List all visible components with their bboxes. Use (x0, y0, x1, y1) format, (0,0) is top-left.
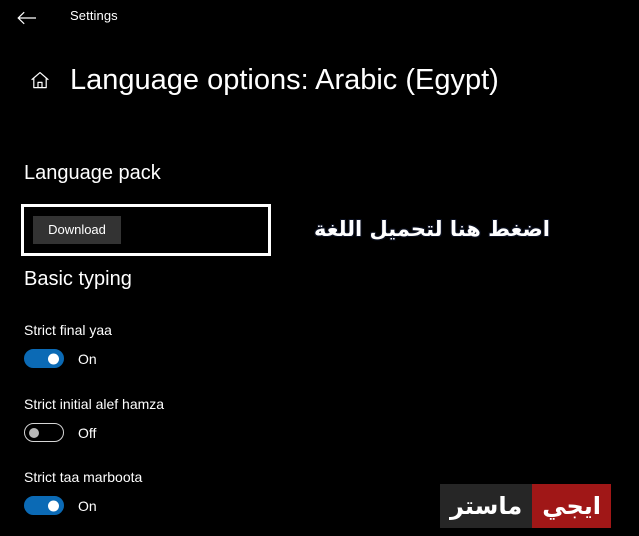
toggle-knob (48, 500, 59, 511)
toggle-line: Off (24, 423, 424, 442)
section-heading-basic-typing: Basic typing (24, 268, 132, 290)
section-heading-language-pack: Language pack (24, 162, 161, 184)
setting-label: Strict initial alef hamza (24, 396, 165, 412)
setting-row-strict-taa-marboota: Strict taa marboota On (24, 469, 424, 515)
download-button[interactable]: Download (33, 216, 121, 244)
home-icon (29, 69, 51, 91)
setting-label: Strict final yaa (24, 322, 112, 338)
toggle-line: On (24, 496, 424, 515)
toggle-state-label: On (78, 497, 97, 514)
setting-row-strict-final-yaa: Strict final yaa On (24, 322, 424, 368)
watermark-logo: ايجي ماستر (440, 484, 612, 528)
toggle-state-label: Off (78, 424, 97, 441)
watermark-part-red: ايجي (532, 484, 612, 528)
app-name-label: Settings (70, 8, 118, 23)
toggle-strict-initial-alef-hamza[interactable] (24, 423, 64, 442)
toggle-line: On (24, 349, 424, 368)
page-title: Language options: Arabic (Egypt) (70, 63, 499, 96)
setting-label: Strict taa marboota (24, 469, 143, 485)
home-button[interactable] (26, 66, 54, 94)
annotation-text: اضغط هنا لتحميل اللغة (313, 217, 550, 241)
toggle-knob (29, 427, 39, 438)
setting-row-strict-initial-alef-hamza: Strict initial alef hamza Off (24, 396, 424, 442)
toggle-state-label: On (78, 350, 97, 367)
toggle-strict-taa-marboota[interactable] (24, 496, 64, 515)
toggle-strict-final-yaa[interactable] (24, 349, 64, 368)
back-arrow-icon (17, 11, 37, 25)
settings-content: Language pack Download اضغط هنا لتحميل ا… (0, 104, 639, 536)
title-bar: Settings (0, 0, 639, 36)
page-header: Language options: Arabic (Egypt) (0, 56, 639, 104)
watermark-part-dark: ماستر (440, 484, 533, 528)
back-button[interactable] (14, 7, 40, 29)
toggle-knob (48, 353, 59, 364)
